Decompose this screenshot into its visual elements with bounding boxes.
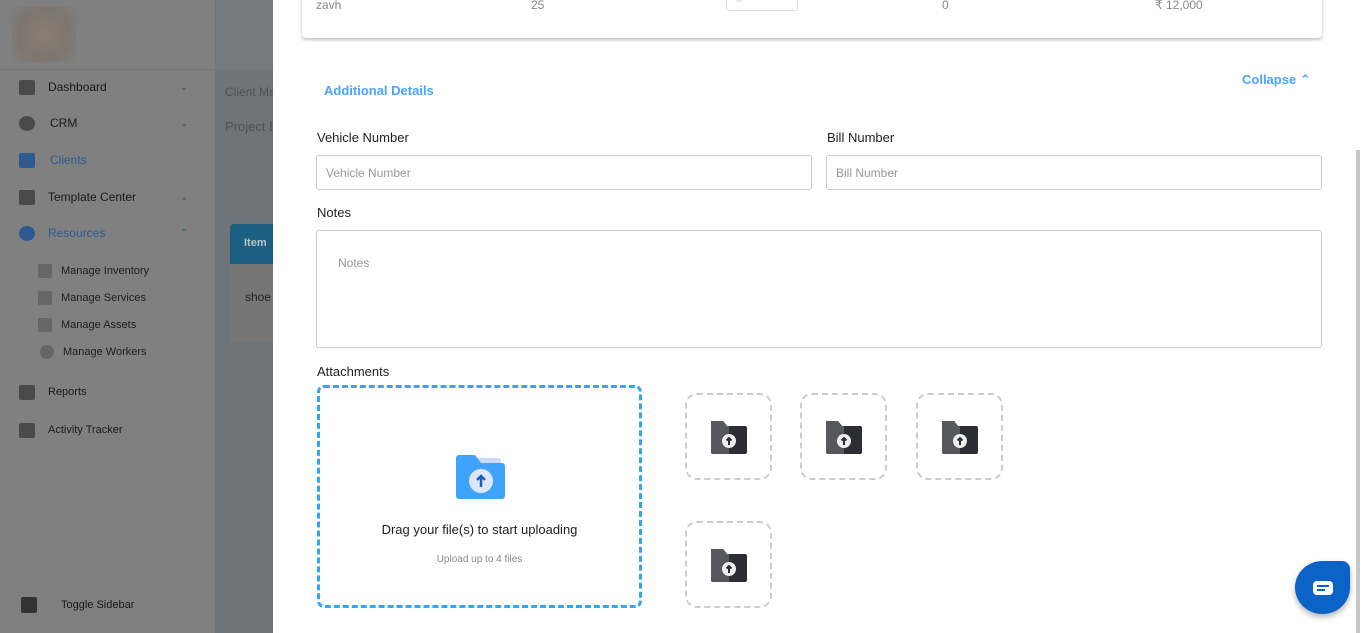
items-table-card: zavh 25 0 0 ₹ 12,000 bbox=[302, 0, 1322, 38]
sidebar-subitem-manage-services[interactable]: Manage Services bbox=[38, 291, 146, 305]
file-dropzone[interactable]: Drag your file(s) to start uploading Upl… bbox=[317, 385, 642, 608]
attachment-slot[interactable] bbox=[685, 521, 772, 608]
sidebar-item-clients[interactable]: Clients bbox=[0, 152, 216, 168]
chevron-up-icon: ⌃ bbox=[180, 227, 189, 239]
details-drawer: zavh 25 0 0 ₹ 12,000 Additional Details … bbox=[273, 0, 1366, 633]
toggle-sidebar-button[interactable]: Toggle Sidebar bbox=[0, 597, 216, 613]
monitor-icon bbox=[19, 422, 35, 438]
background-table-header: Item bbox=[230, 224, 273, 264]
inventory-icon bbox=[38, 264, 52, 278]
sidebar-item-crm[interactable]: CRM ⌄ bbox=[0, 115, 216, 131]
dashboard-icon bbox=[19, 79, 35, 95]
item-name: zavh bbox=[316, 0, 342, 12]
sidebar-subitem-manage-workers[interactable]: Manage Workers bbox=[40, 345, 147, 359]
additional-details-title: Additional Details bbox=[324, 83, 434, 98]
folder-upload-icon bbox=[710, 548, 747, 582]
dropzone-text: Drag your file(s) to start uploading bbox=[381, 522, 578, 537]
background-project-title: Project Details bbox=[225, 119, 273, 134]
services-icon bbox=[38, 291, 52, 305]
scrollbar[interactable] bbox=[1356, 150, 1360, 633]
clients-icon bbox=[19, 152, 35, 168]
chat-icon bbox=[1312, 580, 1333, 595]
folder-upload-icon bbox=[825, 420, 862, 454]
notes-textarea[interactable]: Notes bbox=[316, 230, 1322, 348]
background-page bbox=[216, 70, 273, 633]
sidebar-subitem-manage-inventory[interactable]: Manage Inventory bbox=[38, 264, 149, 278]
item-available: 25 bbox=[531, 0, 545, 12]
background-breadcrumb: Client Management bbox=[225, 85, 273, 99]
chat-button[interactable] bbox=[1295, 561, 1350, 614]
background-header bbox=[216, 0, 273, 70]
chevron-up-icon: ⌃ bbox=[1299, 72, 1311, 87]
resources-icon bbox=[19, 225, 35, 241]
item-amount: ₹ 12,000 bbox=[1155, 0, 1203, 12]
reports-icon bbox=[19, 384, 35, 400]
sidebar: Dashboard ⌄ CRM ⌄ Clients Template Center ⌄… bbox=[0, 0, 216, 633]
sidebar-item-template-center[interactable]: Template Center ⌄ bbox=[0, 189, 216, 205]
attachment-slot[interactable] bbox=[800, 393, 887, 480]
attachment-slot[interactable] bbox=[685, 393, 772, 480]
chevron-down-icon: ⌄ bbox=[180, 117, 189, 129]
folder-upload-icon bbox=[710, 420, 747, 454]
collapse-button[interactable]: Collapse ⌃ bbox=[1242, 72, 1311, 88]
bill-number-label: Bill Number bbox=[827, 130, 895, 145]
template-icon bbox=[19, 189, 35, 205]
attachment-slot[interactable] bbox=[916, 393, 1003, 480]
attachments-label: Attachments bbox=[317, 364, 390, 379]
sidebar-item-activity-tracker[interactable]: Activity Tracker bbox=[0, 422, 216, 438]
assets-icon bbox=[38, 318, 52, 332]
chevron-down-icon: ⌄ bbox=[180, 191, 189, 203]
handshake-icon bbox=[19, 115, 35, 131]
sidebar-item-reports[interactable]: Reports bbox=[0, 384, 216, 400]
folder-upload-icon bbox=[941, 420, 978, 454]
dropzone-hint: Upload up to 4 files bbox=[436, 554, 523, 565]
workers-icon bbox=[40, 345, 54, 359]
sidebar-item-resources[interactable]: Resources ⌃ bbox=[0, 225, 216, 241]
divider bbox=[0, 69, 216, 70]
bill-number-input[interactable]: Bill Number bbox=[826, 155, 1322, 190]
sidebar-item-dashboard[interactable]: Dashboard ⌄ bbox=[0, 79, 216, 95]
background-table-cell: shoe bbox=[245, 290, 272, 304]
chevron-down-icon: ⌄ bbox=[180, 81, 189, 93]
vehicle-number-input[interactable]: Vehicle Number bbox=[316, 155, 812, 190]
notes-label: Notes bbox=[317, 205, 351, 220]
company-logo bbox=[12, 6, 76, 62]
sidebar-subitem-manage-assets[interactable]: Manage Assets bbox=[38, 318, 136, 332]
folder-upload-icon bbox=[456, 455, 505, 499]
item-qty: 0 bbox=[942, 0, 949, 12]
sidebar-layout-icon bbox=[21, 597, 37, 613]
quantity-input[interactable]: 0 bbox=[726, 0, 798, 11]
vehicle-number-label: Vehicle Number bbox=[317, 130, 409, 145]
